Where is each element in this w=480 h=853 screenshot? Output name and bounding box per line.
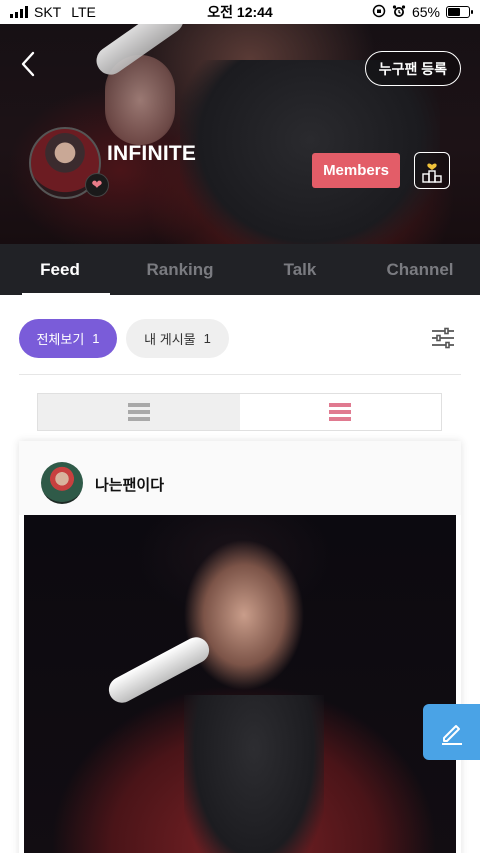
write-post-button[interactable] xyxy=(423,704,480,760)
signal-icon xyxy=(10,6,28,18)
status-left: SKT LTE xyxy=(10,4,96,20)
post-image[interactable] xyxy=(24,515,456,853)
network-label: LTE xyxy=(71,4,96,20)
filter-settings-button[interactable] xyxy=(431,327,455,349)
post-image-shirt xyxy=(184,695,324,853)
tab-channel[interactable]: Channel xyxy=(360,244,480,295)
rotation-lock-icon xyxy=(372,4,386,21)
group-header xyxy=(0,0,480,244)
sliders-icon xyxy=(432,327,454,349)
register-fan-button[interactable]: 누구팬 등록 xyxy=(364,51,461,86)
tab-ranking[interactable]: Ranking xyxy=(120,244,240,295)
status-bar: SKT LTE 오전 12:44 65% xyxy=(0,0,480,24)
back-button[interactable] xyxy=(14,50,42,78)
tab-feed[interactable]: Feed xyxy=(0,244,120,295)
group-name: INFINITE xyxy=(107,142,197,165)
chevron-left-icon xyxy=(21,51,35,77)
post-author[interactable]: 나는팬이다 xyxy=(95,474,164,495)
filter-divider xyxy=(19,374,461,375)
list-view-icon xyxy=(127,403,150,421)
carrier-label: SKT xyxy=(34,4,62,20)
status-right: 65% xyxy=(372,4,473,21)
battery-icon xyxy=(446,6,473,18)
pencil-icon xyxy=(441,725,462,745)
post-header: 나는팬이다 xyxy=(19,441,461,515)
podium-icon xyxy=(422,163,442,183)
ranking-button[interactable] xyxy=(414,152,450,189)
alarm-icon xyxy=(392,4,406,21)
battery-percent: 65% xyxy=(411,4,440,20)
filter-mine-count: 1 xyxy=(203,331,211,346)
filter-all-count: 1 xyxy=(92,331,100,346)
header-photo-shirt xyxy=(180,60,440,244)
members-button[interactable]: Members xyxy=(312,153,400,188)
filter-mine-label: 내 게시물 xyxy=(144,332,196,347)
post-card[interactable]: 나는팬이다 xyxy=(19,441,461,853)
list-view-button[interactable] xyxy=(38,394,240,430)
broken-heart-icon[interactable]: ❤ xyxy=(85,173,109,197)
filter-all-label: 전체보기 xyxy=(36,332,85,347)
card-view-icon xyxy=(329,403,352,421)
filter-mine-chip[interactable]: 내 게시물 1 xyxy=(126,319,229,358)
avatar[interactable] xyxy=(41,462,83,504)
filter-all-chip[interactable]: 전체보기 1 xyxy=(19,319,117,358)
view-toggle xyxy=(37,393,442,431)
tab-talk[interactable]: Talk xyxy=(240,244,360,295)
tab-bar: Feed Ranking Talk Channel xyxy=(0,244,480,295)
card-view-button[interactable] xyxy=(239,394,441,430)
filter-row: 전체보기 1 내 게시물 1 xyxy=(0,318,480,360)
